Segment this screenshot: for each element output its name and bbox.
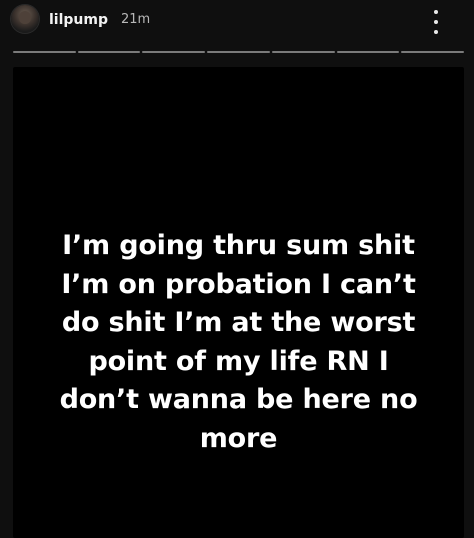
story-text-line: more <box>199 422 278 454</box>
story-content[interactable]: I’m going thru sum shit I’m on probation… <box>13 67 464 538</box>
progress-segment <box>207 51 270 53</box>
story-text-line: I’m on probation I can’t <box>61 268 416 300</box>
story-text-line: don’t wanna be here no <box>59 384 418 415</box>
progress-segment <box>13 51 76 53</box>
story-progress-bar <box>13 51 465 54</box>
progress-segment <box>401 51 465 53</box>
story-text: I’m going thru sum shit I’m on probation… <box>19 227 459 458</box>
story-text-line: do shit I’m at the worst <box>61 307 416 338</box>
story-text-line: point of my life RN I <box>88 345 389 377</box>
more-options-icon[interactable] <box>431 10 441 34</box>
progress-segment <box>336 51 400 53</box>
story-viewer: lilpump 21m I’m going thru sum shit I’m … <box>0 0 474 538</box>
username[interactable]: lilpump <box>49 12 108 28</box>
progress-segment <box>77 51 141 53</box>
story-text-line: I’m going thru sum shit <box>62 230 415 261</box>
more-dot <box>434 30 438 34</box>
progress-segment <box>271 51 335 53</box>
more-dot <box>434 20 438 24</box>
profile-avatar[interactable] <box>11 5 39 33</box>
timestamp: 21m <box>121 12 151 27</box>
progress-segment <box>142 51 206 53</box>
more-dot <box>434 10 438 14</box>
